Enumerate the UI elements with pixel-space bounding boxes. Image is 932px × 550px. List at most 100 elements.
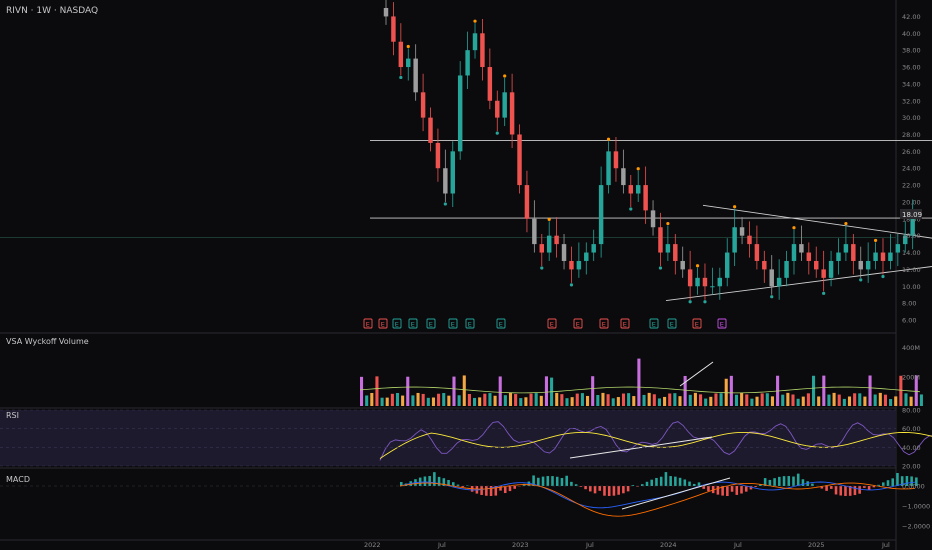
candle-body bbox=[828, 260, 834, 278]
volume-bar bbox=[627, 393, 631, 406]
candle-body bbox=[673, 244, 678, 261]
pivot-low-dot bbox=[859, 278, 863, 282]
macd-histogram-bar bbox=[891, 478, 895, 486]
volume-pane-title: VSA Wyckoff Volume bbox=[6, 337, 89, 346]
volume-bar bbox=[919, 394, 923, 406]
rsi-pane-title: RSI bbox=[6, 411, 19, 420]
volume-bar bbox=[868, 375, 872, 406]
candle-body bbox=[628, 185, 634, 194]
volume-bar bbox=[745, 394, 749, 406]
candle-body bbox=[532, 218, 537, 245]
price-tick-label: 32.00 bbox=[902, 97, 921, 105]
volume-bar bbox=[385, 397, 389, 406]
macd-histogram-bar bbox=[787, 476, 791, 486]
price-tick-label: 30.00 bbox=[902, 114, 921, 122]
candle-body bbox=[502, 92, 507, 118]
pivot-low-dot bbox=[822, 291, 826, 295]
volume-bar bbox=[729, 375, 733, 406]
earnings-marker-label: E bbox=[381, 321, 385, 329]
pivot-low-dot bbox=[881, 274, 885, 279]
volume-bar bbox=[591, 376, 595, 406]
volume-bar bbox=[688, 394, 692, 406]
volume-bar bbox=[606, 394, 610, 406]
candle-body bbox=[406, 58, 411, 68]
volume-bar bbox=[473, 397, 477, 406]
candle-body bbox=[814, 260, 819, 270]
volume-bar bbox=[375, 376, 379, 406]
volume-bar bbox=[853, 393, 857, 406]
candle-body bbox=[420, 92, 426, 118]
macd-histogram-bar bbox=[773, 478, 776, 486]
volume-bar bbox=[426, 397, 430, 406]
candle-body bbox=[457, 75, 463, 152]
macd-histogram-bar bbox=[423, 476, 427, 486]
pivot-low-dot bbox=[629, 207, 633, 211]
volume-bar bbox=[560, 394, 564, 406]
earnings-marker-label: E bbox=[395, 321, 399, 329]
volume-bar bbox=[873, 394, 877, 406]
volume-bar bbox=[642, 394, 646, 406]
last-price-label: 18.09 bbox=[902, 211, 922, 219]
macd-histogram-bar bbox=[546, 476, 550, 486]
volume-bar bbox=[519, 398, 523, 406]
volume-bar bbox=[462, 375, 466, 406]
macd-histogram-bar bbox=[451, 482, 455, 486]
candle-body bbox=[650, 210, 656, 228]
macd-histogram-bar bbox=[683, 479, 687, 486]
volume-bar bbox=[837, 394, 841, 406]
candle-body bbox=[524, 185, 530, 219]
price-tick-label: 6.00 bbox=[902, 317, 916, 325]
time-tick-label: Jul bbox=[437, 541, 446, 549]
volume-bar bbox=[822, 375, 826, 406]
macd-histogram-bar bbox=[622, 486, 625, 494]
macd-histogram-bar bbox=[768, 479, 772, 486]
last-price-tag: 18.09 bbox=[900, 209, 922, 219]
candle-body bbox=[584, 252, 589, 261]
volume-bar bbox=[847, 396, 852, 406]
volume-bar bbox=[699, 394, 703, 406]
price-tick-label: 16.00 bbox=[902, 232, 921, 240]
price-tick-label: 28.00 bbox=[902, 131, 921, 139]
macd-histogram-bar bbox=[801, 479, 805, 486]
macd-histogram-bar bbox=[881, 482, 885, 486]
earnings-marker-label: E bbox=[602, 321, 606, 329]
volume-bar bbox=[406, 376, 410, 406]
candle-body bbox=[710, 286, 715, 288]
candle-body bbox=[450, 151, 455, 194]
pivot-high-dot bbox=[636, 167, 640, 171]
price-tick-label: 26.00 bbox=[902, 148, 921, 156]
chart-canvas[interactable]: RIVN · 1W · NASDAQ 42.00 40.00 38.00 36.00 3… bbox=[0, 0, 932, 550]
macd-histogram-bar bbox=[697, 482, 701, 486]
volume-bar bbox=[580, 393, 584, 406]
volume-bar bbox=[621, 393, 626, 406]
candle-body bbox=[888, 252, 893, 261]
volume-bar bbox=[586, 395, 590, 406]
candle-body bbox=[695, 277, 700, 287]
volume-bar bbox=[889, 399, 893, 406]
macd-histogram-bar bbox=[707, 486, 710, 492]
candle-body bbox=[769, 269, 774, 287]
volume-bar bbox=[827, 394, 831, 406]
volume-bar bbox=[647, 392, 651, 406]
volume-bar bbox=[596, 395, 600, 406]
rsi-band bbox=[0, 410, 896, 466]
volume-bar bbox=[878, 392, 882, 406]
pivot-high-dot bbox=[406, 44, 410, 49]
macd-histogram-bar bbox=[792, 476, 795, 486]
macd-histogram-bar bbox=[730, 486, 734, 492]
earnings-marker-label: E bbox=[550, 321, 554, 329]
macd-histogram-bar bbox=[645, 481, 649, 486]
volume-bar bbox=[663, 396, 667, 406]
macd-histogram-bar bbox=[503, 486, 507, 494]
macd-histogram-bar bbox=[560, 478, 564, 486]
candle-body bbox=[776, 277, 782, 287]
time-tick-label: 2025 bbox=[808, 541, 825, 549]
volume-bar bbox=[781, 394, 785, 406]
pivot-high-dot bbox=[873, 238, 878, 243]
candle-body bbox=[391, 16, 396, 42]
earnings-marker-label: E bbox=[429, 321, 433, 329]
macd-histogram-bar bbox=[678, 477, 682, 486]
volume-bar bbox=[508, 392, 513, 406]
candle-body bbox=[658, 227, 663, 253]
volume-bar bbox=[365, 395, 369, 406]
